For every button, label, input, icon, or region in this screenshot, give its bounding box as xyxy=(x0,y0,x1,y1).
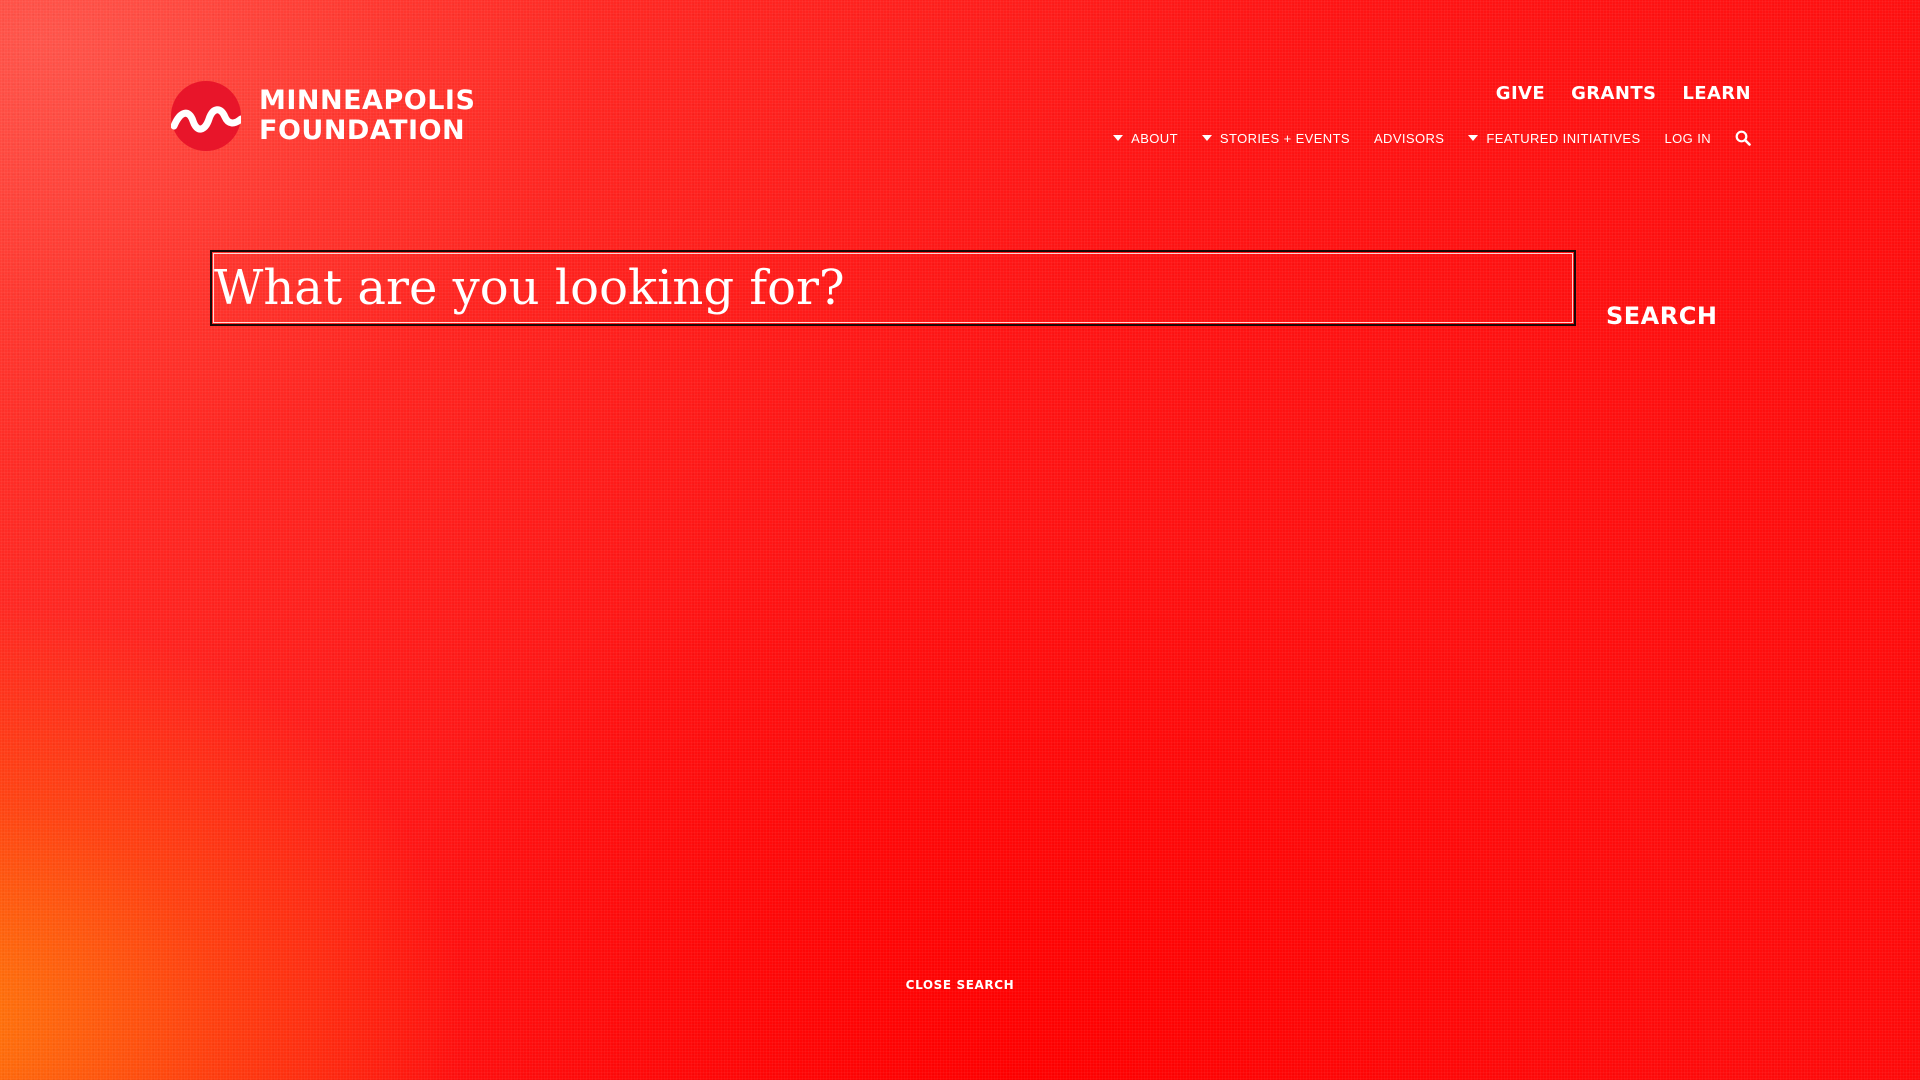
nav-about[interactable]: ABOUT xyxy=(1113,131,1178,146)
nav-featured-initiatives-label: FEATURED INITIATIVES xyxy=(1486,130,1641,146)
logo-line-1: MINNEAPOLIS xyxy=(259,85,476,116)
nav-stories-events-label: STORIES + EVENTS xyxy=(1219,130,1350,146)
search-submit-button[interactable]: SEARCH xyxy=(1606,302,1717,330)
logo-line-2: FOUNDATION xyxy=(259,115,466,146)
nav-learn[interactable]: LEARN xyxy=(1682,83,1751,104)
logo-wordmark: MINNEAPOLIS FOUNDATION xyxy=(259,86,475,146)
close-search: CLOSE SEARCH xyxy=(0,978,1920,992)
search-icon xyxy=(1735,130,1751,146)
caret-down-icon xyxy=(1468,135,1479,141)
caret-down-icon xyxy=(1201,135,1212,141)
site-logo[interactable]: MINNEAPOLIS FOUNDATION xyxy=(171,81,475,151)
nav-log-in[interactable]: LOG IN xyxy=(1665,131,1711,146)
nav-log-in-label: LOG IN xyxy=(1664,130,1711,146)
secondary-nav: ABOUT STORIES + EVENTS ADVISORS FEATURED… xyxy=(1113,130,1751,146)
primary-nav: GIVE GRANTS LEARN xyxy=(1496,83,1751,104)
search-input[interactable] xyxy=(212,252,1574,324)
nav-featured-initiatives[interactable]: FEATURED INITIATIVES xyxy=(1468,131,1640,146)
nav-advisors-label: ADVISORS xyxy=(1373,130,1445,146)
nav-grants[interactable]: GRANTS xyxy=(1571,83,1656,104)
nav-about-label: ABOUT xyxy=(1131,130,1178,146)
nav-search-toggle[interactable] xyxy=(1735,130,1751,146)
nav-advisors[interactable]: ADVISORS xyxy=(1374,131,1444,146)
nav-stories-events[interactable]: STORIES + EVENTS xyxy=(1201,130,1350,146)
background-grain xyxy=(0,0,1920,1080)
wave-circle-logo-icon xyxy=(171,81,241,151)
close-search-button[interactable]: CLOSE SEARCH xyxy=(906,978,1015,992)
search-field-container xyxy=(210,250,1576,326)
nav-give[interactable]: GIVE xyxy=(1496,83,1545,104)
caret-down-icon xyxy=(1113,135,1124,141)
